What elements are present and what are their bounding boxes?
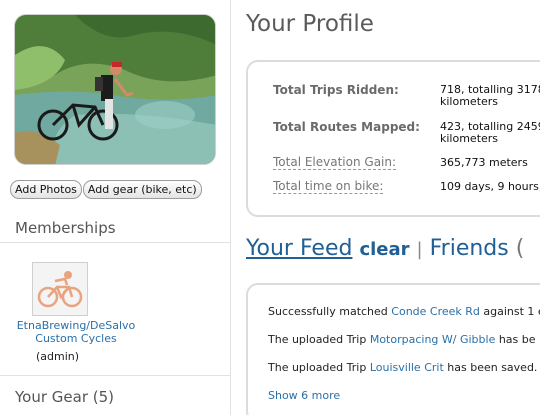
cyclist-logo-icon[interactable] [32,262,88,316]
stat-label-trips: Total Trips Ridden: [273,83,399,97]
friends-paren: ( [515,236,525,261]
feed-item-prefix: The uploaded Trip [268,333,370,346]
feed-separator: | [416,239,423,260]
stat-value-routes-line2: kilometers [440,132,499,145]
stat-label-elevation[interactable]: Total Elevation Gain: [273,155,397,170]
feed-header: Your Feed clear | Friends ( [246,236,524,261]
friends-link[interactable]: Friends [430,236,509,261]
feed-item: Successfully matched Conde Creek Rd agai… [268,305,540,318]
feed-item-suffix: against 1 e [479,305,540,318]
feed-item-link[interactable]: Motorpacing W/ Gibble [370,333,496,346]
memberships-divider [0,242,231,243]
stat-value-trips-line2: kilometers [440,95,499,108]
show-more-link[interactable]: Show 6 more [268,389,340,402]
feed-clear-link[interactable]: clear [359,239,409,260]
add-gear-button[interactable]: Add gear (bike, etc) [82,180,202,199]
your-feed-link[interactable]: Your Feed [246,236,352,261]
feed-item-link[interactable]: Louisville Crit [370,361,444,374]
feed-panel: Successfully matched Conde Creek Rd agai… [246,283,540,415]
stats-panel: Total Trips Ridden: 718, totalling 31782… [246,60,540,217]
add-photos-button[interactable]: Add Photos [10,180,82,199]
feed-item-link[interactable]: Conde Creek Rd [391,305,480,318]
feed-item: The uploaded Trip Louisville Crit has be… [268,361,537,374]
gear-heading: Your Gear (5) [15,388,115,406]
sidebar: Add Photos Add gear (bike, etc) Membersh… [0,0,231,415]
stat-value-time: 109 days, 9 hours, [440,180,540,193]
page-title: Your Profile [246,11,374,37]
stat-label-routes: Total Routes Mapped: [273,120,420,134]
feed-item-prefix: The uploaded Trip [268,361,370,374]
stat-value-elevation: 365,773 meters [440,156,528,169]
memberships-heading: Memberships [15,219,116,237]
feed-item-suffix: has been saved. [443,361,538,374]
profile-photo[interactable] [14,14,216,165]
membership-name-link[interactable]: EtnaBrewing/DeSalvo Custom Cycles [10,319,142,345]
gear-divider [0,375,231,376]
feed-item-prefix: Successfully matched [268,305,392,318]
feed-item: The uploaded Trip Motorpacing W/ Gibble … [268,333,536,346]
stat-label-time[interactable]: Total time on bike: [273,179,384,194]
membership-role: (admin) [36,350,80,363]
photo-button-row: Add Photos Add gear (bike, etc) [10,180,202,199]
feed-item-suffix: has be [495,333,536,346]
